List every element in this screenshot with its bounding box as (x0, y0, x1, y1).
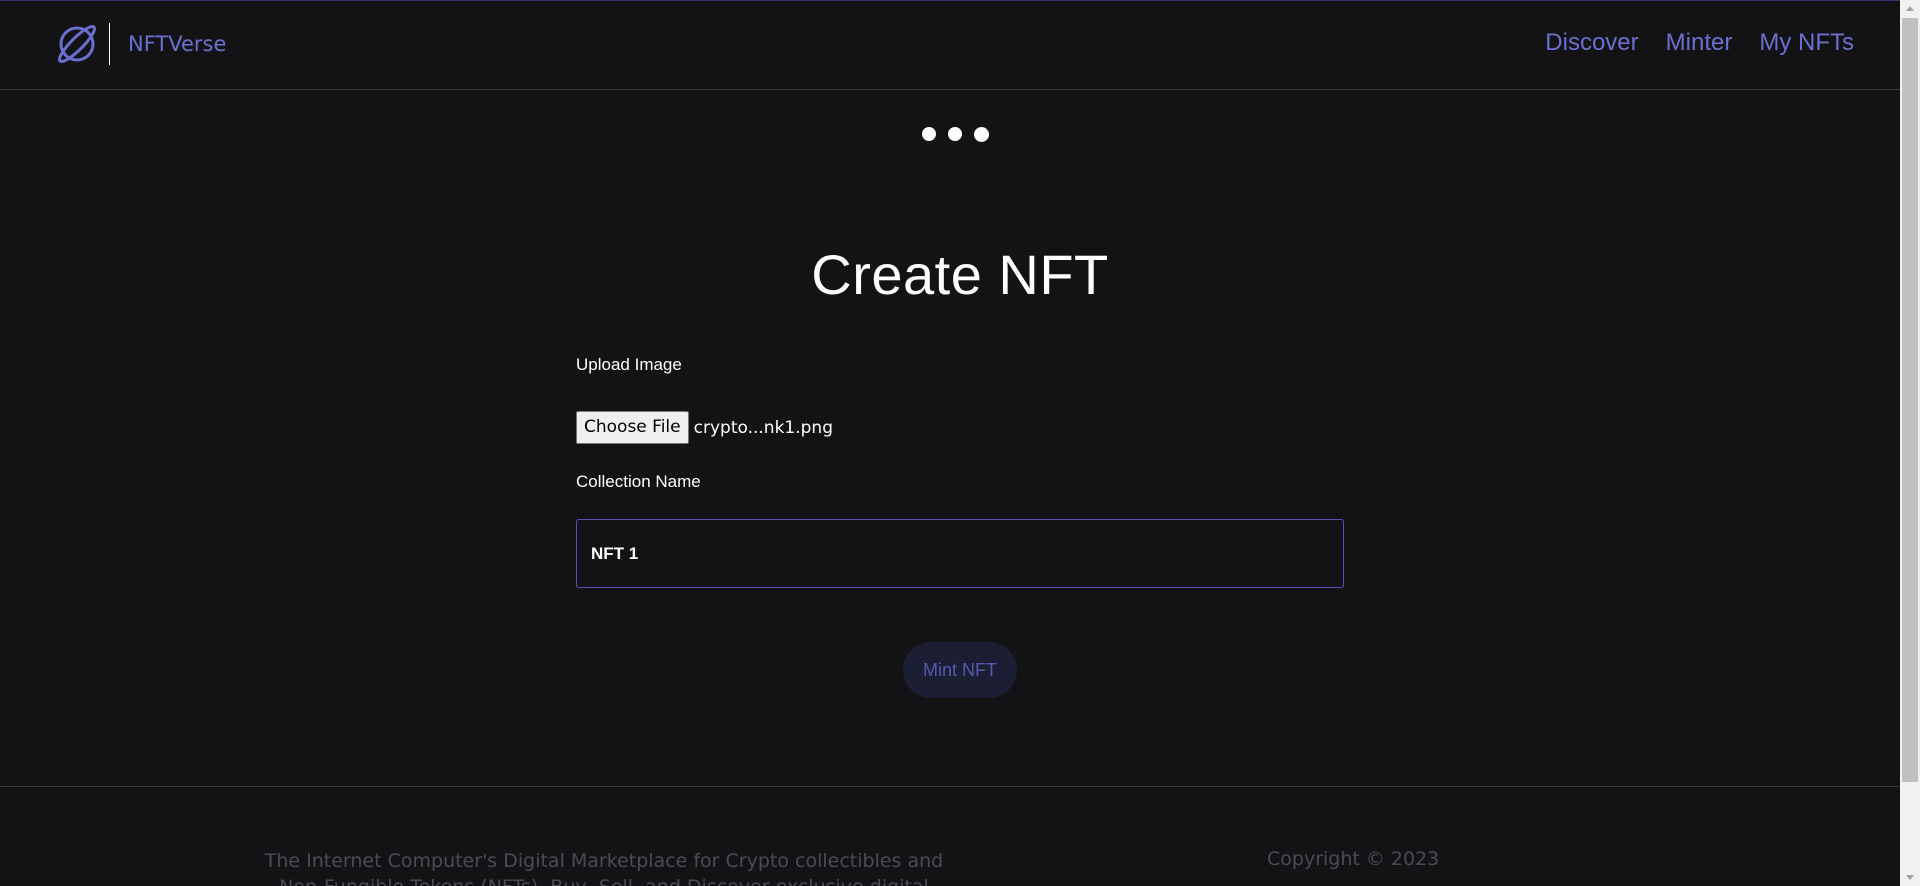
nav-minter[interactable]: Minter (1666, 29, 1733, 57)
nav-discover[interactable]: Discover (1545, 29, 1638, 57)
planet-icon[interactable] (54, 21, 100, 67)
choose-file-button[interactable]: Choose File (576, 411, 689, 444)
loading-dot (974, 127, 989, 142)
site-header: NFTVerse Discover Minter My NFTs (0, 1, 1900, 90)
brand-divider (109, 23, 110, 65)
file-input: Choose File crypto...nk1.png (576, 411, 833, 444)
scroll-up-icon[interactable] (1906, 6, 1914, 11)
loading-dot (948, 127, 962, 141)
page: NFTVerse Discover Minter My NFTs Create … (0, 0, 1900, 886)
collection-name-label: Collection Name (576, 472, 701, 491)
loading-dot (922, 127, 936, 141)
brand[interactable]: NFTVerse (54, 21, 226, 67)
site-footer: The Internet Computer's Digital Marketpl… (0, 786, 1900, 886)
footer-description: The Internet Computer's Digital Marketpl… (264, 850, 944, 886)
brand-name[interactable]: NFTVerse (128, 32, 226, 56)
collection-name-input[interactable] (576, 519, 1344, 588)
upload-image-label: Upload Image (576, 355, 682, 374)
scroll-down-icon[interactable] (1906, 875, 1914, 880)
mint-nft-button[interactable]: Mint NFT (903, 642, 1017, 698)
page-title: Create NFT (811, 243, 1109, 306)
selected-file-name: crypto...nk1.png (693, 417, 833, 438)
scrollbar-thumb[interactable] (1902, 18, 1918, 782)
copyright: Copyright © 2023 (1267, 848, 1440, 870)
loading-dots-icon (922, 127, 989, 142)
main-nav: Discover Minter My NFTs (1545, 29, 1854, 57)
nav-my-nfts[interactable]: My NFTs (1759, 29, 1854, 57)
page-scrollbar[interactable] (1900, 0, 1920, 886)
create-nft-form: Upload Image Choose File crypto...nk1.pn… (576, 355, 1344, 588)
